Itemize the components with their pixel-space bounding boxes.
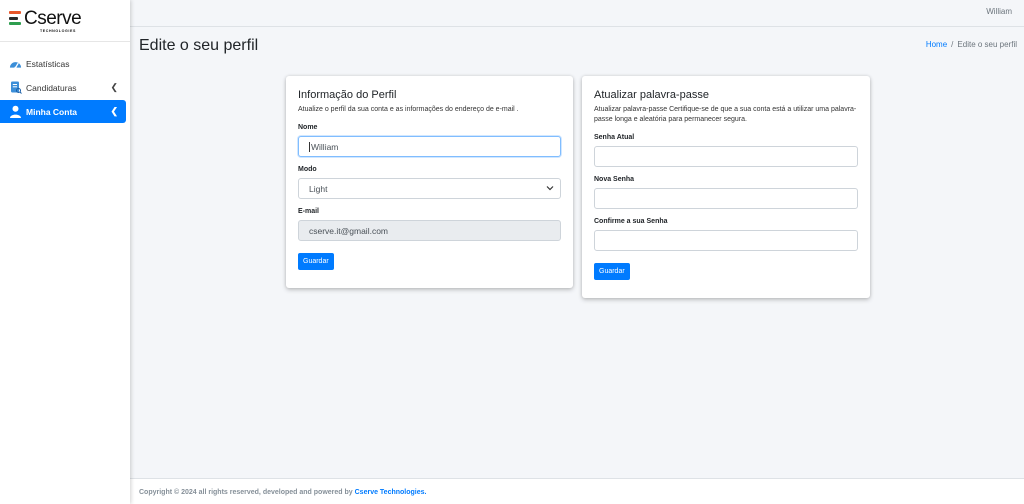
chevron-left-icon: ❮: [110, 82, 118, 92]
text-cursor: [309, 141, 310, 152]
breadcrumb-separator: /: [951, 40, 954, 49]
footer-company-link[interactable]: Cserve Technologies.: [355, 489, 427, 496]
footer: Copyright © 2024 all rights reserved, de…: [130, 478, 1024, 504]
email-field-value: cserve.it@gmail.com: [309, 225, 389, 236]
chevron-down-icon: [546, 184, 554, 193]
dashboard-gauge-icon: [9, 57, 22, 70]
page-title: Edite o seu perfil: [139, 37, 259, 54]
brand-name: Cserve: [24, 8, 82, 29]
user-icon: [9, 105, 22, 118]
email-label: E-mail: [298, 208, 320, 215]
top-navbar: William: [130, 0, 1024, 27]
sidebar-item-label: Minha Conta: [26, 106, 77, 117]
chevron-left-icon: ❮: [110, 106, 118, 116]
name-input-value: William: [311, 141, 339, 152]
brand-tagline: TECHNOLOGIES: [40, 29, 76, 33]
current-password-label: Senha Atual: [594, 134, 635, 141]
breadcrumb: Home / Edite o seu perfil: [926, 40, 1017, 49]
name-input[interactable]: William: [298, 136, 561, 157]
email-field[interactable]: cserve.it@gmail.com: [298, 220, 561, 241]
sidebar-item-minha-conta[interactable]: Minha Conta ❮: [0, 100, 126, 123]
mode-select[interactable]: Light: [298, 178, 561, 199]
confirm-password-label: Confirme a sua Senha: [594, 218, 668, 225]
profile-info-card: Informação do Perfil Atualize o perfil d…: [286, 76, 573, 288]
sidebar-item-estatisticas[interactable]: Estatísticas: [0, 52, 126, 75]
profile-card-title: Informação do Perfil: [298, 89, 397, 101]
confirm-password-input[interactable]: [594, 230, 858, 251]
new-password-label: Nova Senha: [594, 176, 635, 183]
sidebar-item-label: Estatísticas: [26, 58, 70, 69]
save-profile-button[interactable]: Guardar: [298, 253, 334, 270]
name-label: Nome: [298, 124, 318, 131]
sidebar-item-label: Candidaturas: [26, 82, 77, 93]
mode-label: Modo: [298, 166, 317, 173]
new-password-input[interactable]: [594, 188, 858, 209]
update-password-card: Atualizar palavra-passe Atualizar palavr…: [582, 76, 870, 298]
password-card-title: Atualizar palavra-passe: [594, 89, 709, 101]
current-password-input[interactable]: [594, 146, 858, 167]
profile-card-description: Atualize o perfil da sua conta e as info…: [298, 106, 519, 113]
document-search-icon: [9, 81, 22, 94]
breadcrumb-home-link[interactable]: Home: [926, 40, 947, 49]
brand-logo[interactable]: Cserve TECHNOLOGIES: [0, 0, 130, 42]
sidebar-item-candidaturas[interactable]: Candidaturas ❮: [0, 76, 126, 99]
mode-select-value: Light: [309, 183, 328, 194]
password-card-description: Atualizar palavra-passe Certifique-se de…: [594, 106, 857, 123]
sidebar-nav: Estatísticas Candidaturas ❮ Minha Conta …: [0, 52, 130, 123]
breadcrumb-current: Edite o seu perfil: [957, 40, 1017, 49]
brand-mark-icon: [9, 11, 23, 25]
sidebar: Cserve TECHNOLOGIES Estatísticas Candida…: [0, 0, 130, 504]
footer-copyright: Copyright © 2024 all rights reserved, de…: [139, 489, 353, 496]
user-menu[interactable]: William: [986, 7, 1012, 16]
save-password-button[interactable]: Guardar: [594, 263, 630, 280]
